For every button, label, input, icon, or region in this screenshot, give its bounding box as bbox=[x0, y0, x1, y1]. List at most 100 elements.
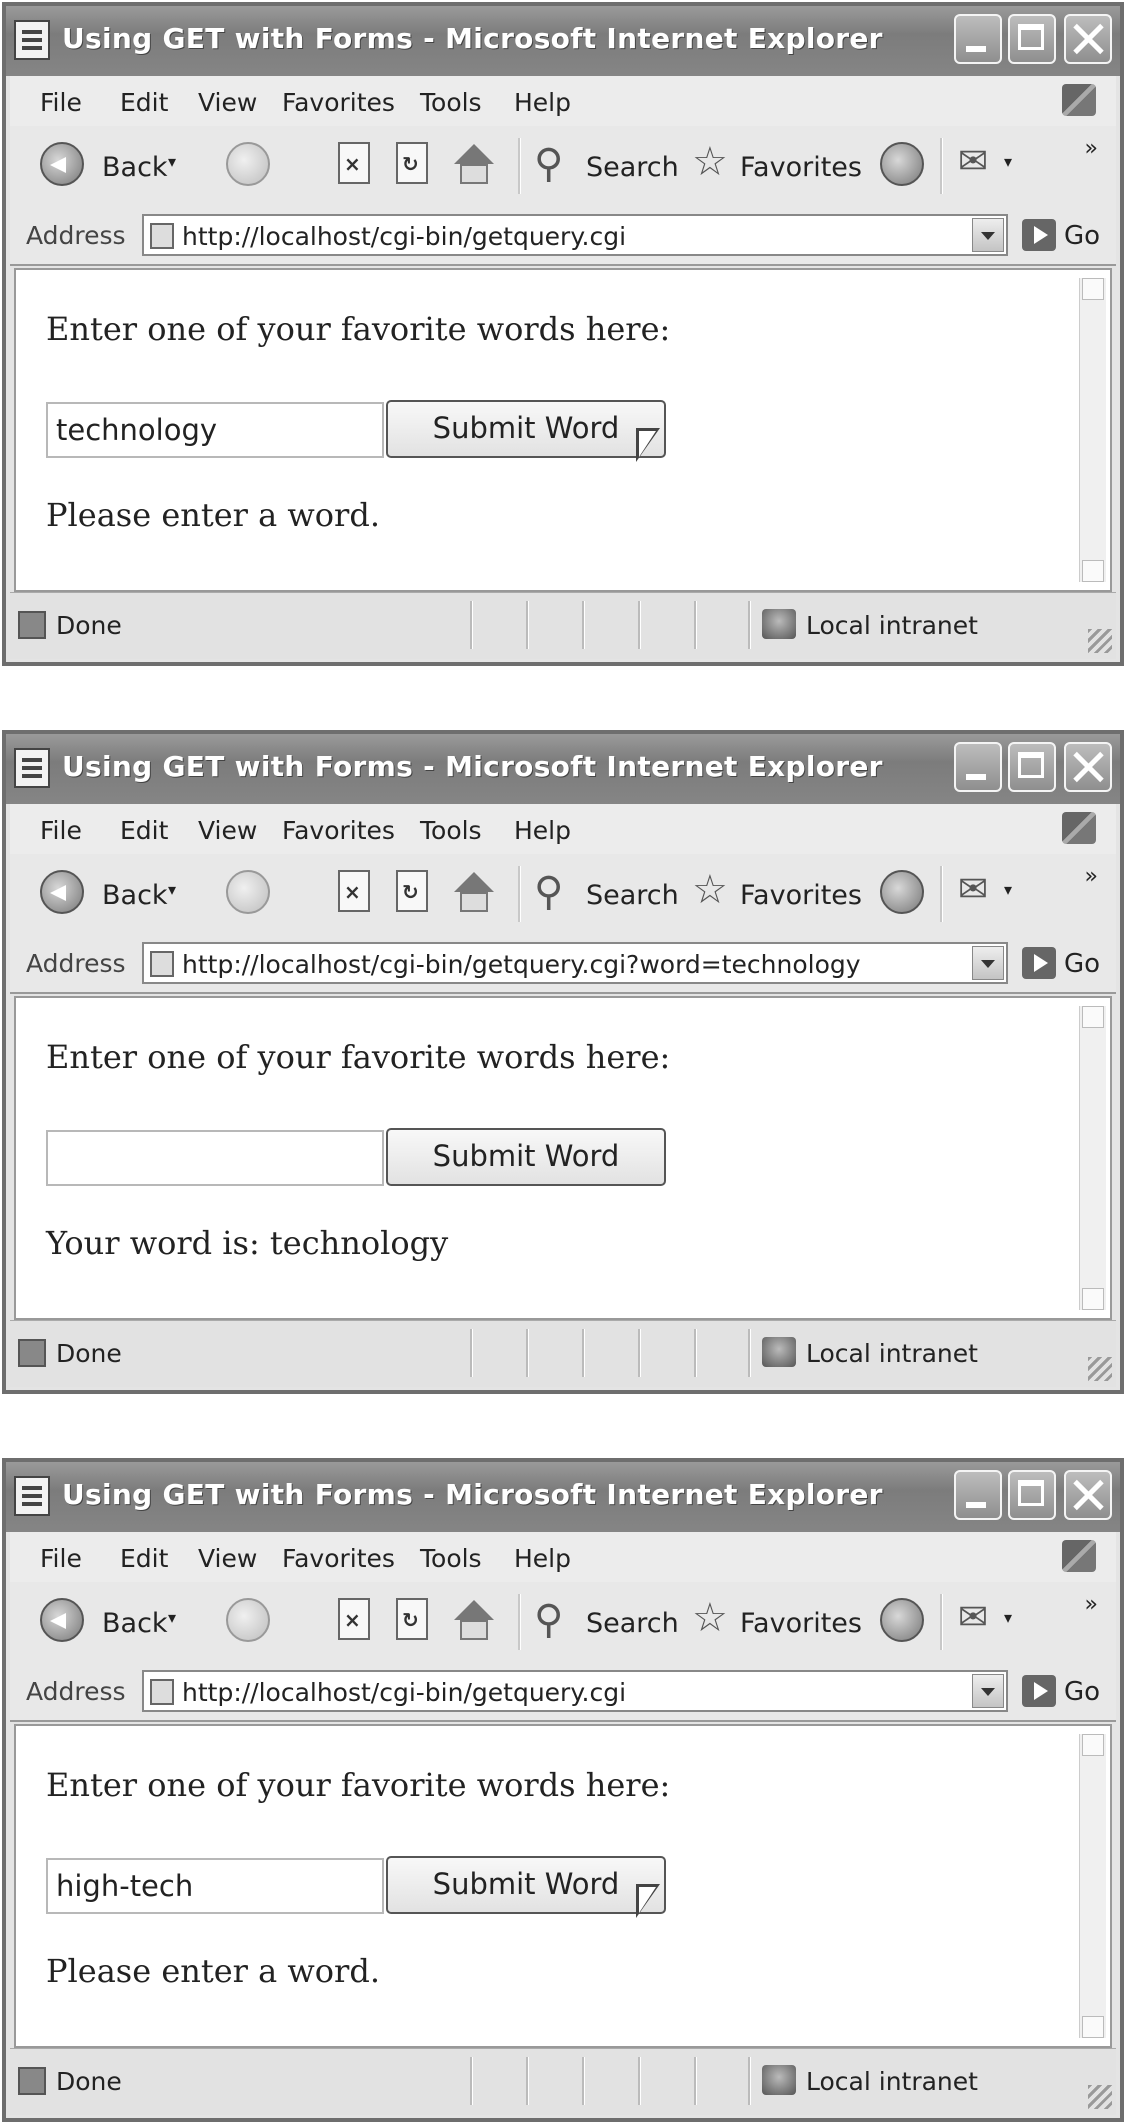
address-field[interactable]: http://localhost/cgi-bin/getquery.cgi bbox=[142, 1670, 1008, 1712]
forward-button[interactable] bbox=[226, 142, 274, 192]
title-bar[interactable]: Using GET with Forms - Microsoft Interne… bbox=[6, 6, 1120, 76]
toolbar-overflow-icon[interactable]: » bbox=[1085, 136, 1098, 161]
menu-item[interactable]: Tools bbox=[420, 816, 482, 845]
menu-item[interactable]: Tools bbox=[420, 88, 482, 117]
search-button[interactable]: ⚲ Search bbox=[534, 870, 684, 920]
menu-item[interactable]: Edit bbox=[120, 1544, 168, 1573]
go-button[interactable]: Go bbox=[1064, 1677, 1100, 1707]
back-button[interactable]: Back ▾ bbox=[40, 1598, 186, 1648]
go-arrow-icon[interactable] bbox=[1022, 219, 1056, 251]
page-status-icon bbox=[18, 1339, 46, 1367]
menu-item[interactable]: View bbox=[198, 816, 257, 845]
back-dropdown-icon[interactable]: ▾ bbox=[168, 880, 176, 899]
refresh-button[interactable]: ↻ bbox=[396, 1598, 432, 1648]
submit-word-button[interactable]: Submit Word bbox=[386, 400, 666, 458]
close-button[interactable] bbox=[1064, 14, 1112, 64]
resize-grip-icon[interactable] bbox=[1088, 2085, 1112, 2109]
address-field[interactable]: http://localhost/cgi-bin/getquery.cgi bbox=[142, 214, 1008, 256]
mail-button[interactable]: ✉ ▾ bbox=[958, 142, 1028, 192]
menu-item[interactable]: Tools bbox=[420, 1544, 482, 1573]
page-status-icon bbox=[18, 611, 46, 639]
title-bar[interactable]: Using GET with Forms - Microsoft Interne… bbox=[6, 734, 1120, 804]
title-bar[interactable]: Using GET with Forms - Microsoft Interne… bbox=[6, 1462, 1120, 1532]
search-button[interactable]: ⚲ Search bbox=[534, 142, 684, 192]
address-dropdown-icon[interactable] bbox=[972, 218, 1004, 252]
submit-word-button[interactable]: Submit Word bbox=[386, 1856, 666, 1914]
maximize-button[interactable] bbox=[1008, 742, 1056, 792]
minimize-button[interactable] bbox=[954, 1470, 1002, 1520]
menu-item[interactable]: Help bbox=[514, 816, 571, 845]
back-button[interactable]: Back ▾ bbox=[40, 142, 186, 192]
word-input[interactable] bbox=[46, 1130, 384, 1186]
back-dropdown-icon[interactable]: ▾ bbox=[168, 152, 176, 171]
home-button[interactable] bbox=[454, 1598, 498, 1648]
status-divider bbox=[470, 1329, 473, 1377]
resize-grip-icon[interactable] bbox=[1088, 629, 1112, 653]
back-button[interactable]: Back ▾ bbox=[40, 870, 186, 920]
stop-button[interactable]: × bbox=[338, 142, 374, 192]
refresh-button[interactable]: ↻ bbox=[396, 142, 432, 192]
media-button[interactable] bbox=[880, 142, 926, 192]
back-arrow-icon bbox=[40, 1598, 84, 1642]
favorites-button[interactable]: ☆ Favorites bbox=[692, 870, 862, 920]
media-button[interactable] bbox=[880, 1598, 926, 1648]
menu-item[interactable]: Help bbox=[514, 88, 571, 117]
word-input[interactable] bbox=[46, 402, 384, 458]
favorites-button[interactable]: ☆ Favorites bbox=[692, 142, 862, 192]
address-dropdown-icon[interactable] bbox=[972, 1674, 1004, 1708]
menu-item[interactable]: Edit bbox=[120, 88, 168, 117]
refresh-button[interactable]: ↻ bbox=[396, 870, 432, 920]
window-title: Using GET with Forms - Microsoft Interne… bbox=[62, 750, 883, 783]
status-divider bbox=[694, 601, 697, 649]
address-label: Address bbox=[26, 949, 126, 978]
toolbar-overflow-icon[interactable]: » bbox=[1085, 1592, 1098, 1617]
menu-item[interactable]: Help bbox=[514, 1544, 571, 1573]
search-icon: ⚲ bbox=[534, 1597, 564, 1643]
home-button[interactable] bbox=[454, 870, 498, 920]
menu-item[interactable]: Favorites bbox=[282, 1544, 395, 1573]
home-button[interactable] bbox=[454, 142, 498, 192]
status-bar: Done Local intranet bbox=[10, 592, 1116, 659]
back-dropdown-icon[interactable]: ▾ bbox=[168, 1608, 176, 1627]
mail-button[interactable]: ✉ ▾ bbox=[958, 870, 1028, 920]
toolbar-overflow-icon[interactable]: » bbox=[1085, 864, 1098, 889]
vertical-scrollbar[interactable] bbox=[1079, 278, 1106, 582]
minimize-button[interactable] bbox=[954, 14, 1002, 64]
menu-item[interactable]: View bbox=[198, 88, 257, 117]
close-button[interactable] bbox=[1064, 1470, 1112, 1520]
forward-button[interactable] bbox=[226, 1598, 274, 1648]
address-field[interactable]: http://localhost/cgi-bin/getquery.cgi?wo… bbox=[142, 942, 1008, 984]
go-button[interactable]: Go bbox=[1064, 949, 1100, 979]
resize-grip-icon[interactable] bbox=[1088, 1357, 1112, 1381]
menu-item[interactable]: File bbox=[40, 88, 82, 117]
maximize-button[interactable] bbox=[1008, 1470, 1056, 1520]
maximize-button[interactable] bbox=[1008, 14, 1056, 64]
stop-button[interactable]: × bbox=[338, 1598, 374, 1648]
media-button[interactable] bbox=[880, 870, 926, 920]
address-dropdown-icon[interactable] bbox=[972, 946, 1004, 980]
menu-item[interactable]: Edit bbox=[120, 816, 168, 845]
submit-word-button[interactable]: Submit Word bbox=[386, 1128, 666, 1186]
menu-item[interactable]: Favorites bbox=[282, 816, 395, 845]
menu-item[interactable]: View bbox=[198, 1544, 257, 1573]
go-arrow-icon[interactable] bbox=[1022, 947, 1056, 979]
vertical-scrollbar[interactable] bbox=[1079, 1734, 1106, 2038]
page-icon bbox=[150, 1679, 174, 1705]
favorites-button[interactable]: ☆ Favorites bbox=[692, 1598, 862, 1648]
mail-button[interactable]: ✉ ▾ bbox=[958, 1598, 1028, 1648]
address-url: http://localhost/cgi-bin/getquery.cgi bbox=[182, 1678, 627, 1707]
menu-item[interactable]: File bbox=[40, 1544, 82, 1573]
mail-dropdown-icon: ▾ bbox=[1004, 152, 1013, 171]
minimize-button[interactable] bbox=[954, 742, 1002, 792]
menu-item[interactable]: Favorites bbox=[282, 88, 395, 117]
forward-button[interactable] bbox=[226, 870, 274, 920]
windows-flag-icon bbox=[1062, 1540, 1096, 1572]
menu-item[interactable]: File bbox=[40, 816, 82, 845]
go-arrow-icon[interactable] bbox=[1022, 1675, 1056, 1707]
close-button[interactable] bbox=[1064, 742, 1112, 792]
go-button[interactable]: Go bbox=[1064, 221, 1100, 251]
vertical-scrollbar[interactable] bbox=[1079, 1006, 1106, 1310]
word-input[interactable] bbox=[46, 1858, 384, 1914]
stop-button[interactable]: × bbox=[338, 870, 374, 920]
search-button[interactable]: ⚲ Search bbox=[534, 1598, 684, 1648]
